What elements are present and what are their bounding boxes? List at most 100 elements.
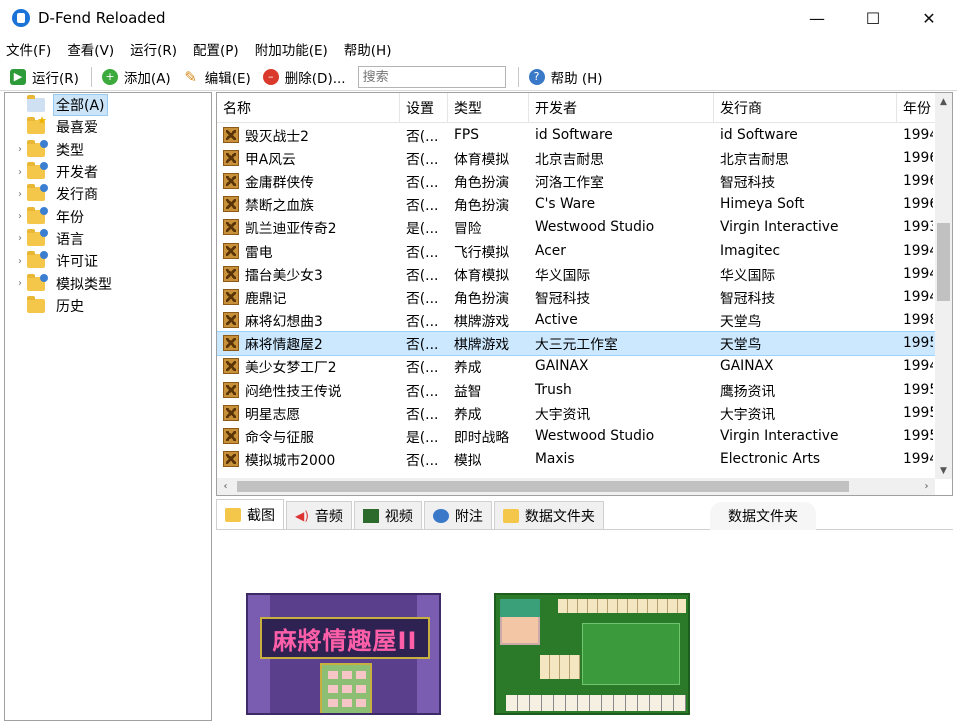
tab-screenshots[interactable]: 截图 bbox=[216, 499, 284, 529]
table-row[interactable]: 毁灭战士2 否(... FPS id Software id Software 1994 bbox=[217, 123, 937, 146]
list-body: 毁灭战士2 否(... FPS id Software id Software 1994 甲… bbox=[217, 123, 937, 476]
menu-help[interactable]: 帮助(H) bbox=[344, 39, 392, 59]
cell-text: 模拟 bbox=[454, 453, 482, 470]
delete-button[interactable]: – 删除(D)... bbox=[262, 67, 346, 87]
search-input[interactable] bbox=[357, 65, 506, 88]
edit-button[interactable]: ✎ 编辑(E) bbox=[183, 67, 250, 87]
expand-arrow-icon[interactable]: › bbox=[13, 211, 27, 222]
table-row[interactable]: 麻将情趣屋2 否(... 棋牌游戏 大三元工作室 天堂鸟 1995 bbox=[217, 330, 937, 356]
column-header-developer[interactable]: 开发者 bbox=[529, 93, 714, 122]
tab-notes[interactable]: 附注 bbox=[423, 501, 492, 529]
tab-label: 视频 bbox=[384, 508, 413, 525]
cell-year: 1994 bbox=[897, 239, 933, 262]
cell-text: 否(... bbox=[406, 151, 439, 168]
column-header-name[interactable]: 名称 bbox=[217, 93, 400, 122]
cell-text: 天堂鸟 bbox=[720, 337, 762, 354]
cell-setup: 否(... bbox=[400, 262, 448, 285]
cell-text: 否(... bbox=[406, 406, 439, 423]
tree-item-all[interactable]: 全部(A) bbox=[5, 94, 211, 117]
column-header-genre[interactable]: 类型 bbox=[448, 93, 529, 122]
column-header-setup[interactable]: 设置 bbox=[400, 93, 448, 122]
tree-item-year[interactable]: › 年份 bbox=[5, 205, 211, 227]
menu-run[interactable]: 运行(R) bbox=[130, 39, 177, 59]
tree-item-history[interactable]: 历史 bbox=[5, 295, 211, 317]
cell-publisher: 天堂鸟 bbox=[714, 332, 897, 355]
tree-item-language[interactable]: › 语言 bbox=[5, 228, 211, 250]
tree-item-genre[interactable]: › 类型 bbox=[5, 139, 211, 161]
cell-genre: 角色扮演 bbox=[448, 169, 529, 192]
menu-view[interactable]: 查看(V) bbox=[67, 39, 114, 59]
expand-arrow-icon[interactable]: › bbox=[13, 233, 27, 244]
tree-item-favorites[interactable]: ★ 最喜爱 bbox=[5, 114, 211, 138]
menu-config[interactable]: 配置(P) bbox=[193, 39, 239, 59]
table-row[interactable]: 禁断之血族 否(... 角色扮演 C's Ware Himeya Soft 1996 bbox=[217, 193, 937, 216]
menu-extras[interactable]: 附加功能(E) bbox=[255, 39, 328, 59]
cell-year: 1993 bbox=[897, 216, 933, 239]
table-row[interactable]: 模拟城市2000 否(... 模拟 Maxis Electronic Arts 1994 bbox=[217, 448, 937, 471]
folder-icon bbox=[27, 184, 48, 202]
table-row[interactable]: 鹿鼎记 否(... 角色扮演 智冠科技 智冠科技 1994 bbox=[217, 285, 937, 308]
tree-item-developer[interactable]: › 开发者 bbox=[5, 161, 211, 183]
table-row[interactable]: 麻将幻想曲3 否(... 棋牌游戏 Active 天堂鸟 1998 bbox=[217, 309, 937, 332]
tree-item-license[interactable]: › 许可证 bbox=[5, 250, 211, 272]
add-button[interactable]: + 添加(A) bbox=[101, 67, 171, 87]
scroll-up-icon[interactable]: ▲ bbox=[935, 93, 952, 110]
column-header-year[interactable]: 年份 bbox=[897, 93, 933, 122]
cell-setup: 否(... bbox=[400, 401, 448, 424]
cell-year: 1994 bbox=[897, 355, 933, 378]
vertical-scrollbar[interactable]: ▲ ▼ bbox=[935, 93, 952, 479]
cell-text: 大宇资讯 bbox=[535, 406, 591, 423]
scroll-down-icon[interactable]: ▼ bbox=[935, 462, 952, 479]
maximize-button[interactable]: ☐ bbox=[845, 0, 901, 36]
table-row[interactable]: 雷电 否(... 飞行模拟 Acer Imagitec 1994 bbox=[217, 239, 937, 262]
cell-text: 金庸群侠传 bbox=[245, 174, 314, 191]
tree-item-publisher[interactable]: › 发行商 bbox=[5, 183, 211, 205]
horizontal-scroll-thumb[interactable] bbox=[237, 481, 849, 492]
tab-video[interactable]: 视频 bbox=[353, 501, 422, 529]
table-row[interactable]: 美少女梦工厂2 否(... 养成 GAINAX GAINAX 1994 bbox=[217, 355, 937, 378]
cell-developer: id Software bbox=[529, 123, 714, 146]
cell-text: 1994 bbox=[903, 358, 933, 375]
expand-arrow-icon[interactable]: › bbox=[13, 167, 27, 178]
cell-genre: 模拟 bbox=[448, 448, 529, 471]
folder-icon bbox=[27, 206, 48, 224]
table-row[interactable]: 闷绝性技王传说 否(... 益智 Trush 鹰扬资讯 1995 bbox=[217, 378, 937, 401]
cell-name: 闷绝性技王传说 bbox=[217, 378, 400, 401]
screenshot-thumbnail[interactable] bbox=[494, 593, 690, 715]
vertical-scroll-thumb[interactable] bbox=[937, 223, 950, 301]
table-row[interactable]: 凯兰迪亚传奇2 是(... 冒险 Westwood Studio Virgin Inte… bbox=[217, 216, 937, 239]
scroll-left-icon[interactable]: ‹ bbox=[217, 478, 234, 495]
table-row[interactable]: 命令与征服 是(... 即时战略 Westwood Studio Virgin Inte… bbox=[217, 424, 937, 447]
close-button[interactable]: ✕ bbox=[901, 0, 957, 36]
menu-file[interactable]: 文件(F) bbox=[6, 39, 51, 59]
toolbar-separator bbox=[517, 66, 519, 87]
cell-text: 否(... bbox=[406, 360, 439, 377]
help-button[interactable]: ? 帮助 (H) bbox=[528, 67, 603, 87]
expand-arrow-icon[interactable]: › bbox=[13, 189, 27, 200]
tree-item-emulation-type[interactable]: › 模拟类型 bbox=[5, 272, 211, 294]
table-row[interactable]: 甲A风云 否(... 体育模拟 北京吉耐思 北京吉耐思 1996 bbox=[217, 146, 937, 169]
tab-label: 数据文件夹 bbox=[524, 508, 595, 525]
horizontal-scrollbar[interactable]: ‹ › bbox=[217, 478, 935, 495]
scroll-right-icon[interactable]: › bbox=[918, 478, 935, 495]
expand-arrow-icon[interactable]: › bbox=[13, 256, 27, 267]
tab-audio[interactable]: ◀) 音频 bbox=[286, 501, 352, 529]
tab-data-folder[interactable]: 数据文件夹 bbox=[493, 501, 604, 529]
expand-arrow-icon[interactable]: › bbox=[13, 278, 27, 289]
cell-text: 毁灭战士2 bbox=[245, 128, 309, 145]
game-icon bbox=[223, 335, 239, 352]
expand-arrow-icon[interactable]: › bbox=[13, 144, 27, 155]
toolbar: ▶ 运行(R) + 添加(A) ✎ 编辑(E) – 删除(D)... ? 帮助 … bbox=[0, 63, 957, 91]
table-row[interactable]: 明星志愿 否(... 养成 大宇资讯 大宇资讯 1995 bbox=[217, 401, 937, 424]
column-header-publisher[interactable]: 发行商 bbox=[714, 93, 897, 122]
run-button[interactable]: ▶ 运行(R) bbox=[10, 67, 79, 87]
cell-text: 否(... bbox=[406, 198, 439, 215]
table-row[interactable]: 擂台美少女3 否(... 体育模拟 华义国际 华义国际 1994 bbox=[217, 262, 937, 285]
screenshot-thumbnail[interactable]: 麻將情趣屋II bbox=[246, 593, 441, 715]
data-folder-button[interactable]: 数据文件夹 bbox=[710, 502, 816, 530]
cell-text: 鹿鼎记 bbox=[245, 290, 287, 307]
table-row[interactable]: 金庸群侠传 否(... 角色扮演 河洛工作室 智冠科技 1996 bbox=[217, 169, 937, 192]
cell-genre: 体育模拟 bbox=[448, 146, 529, 169]
minimize-button[interactable]: — bbox=[789, 0, 845, 36]
cell-name: 甲A风云 bbox=[217, 146, 400, 169]
